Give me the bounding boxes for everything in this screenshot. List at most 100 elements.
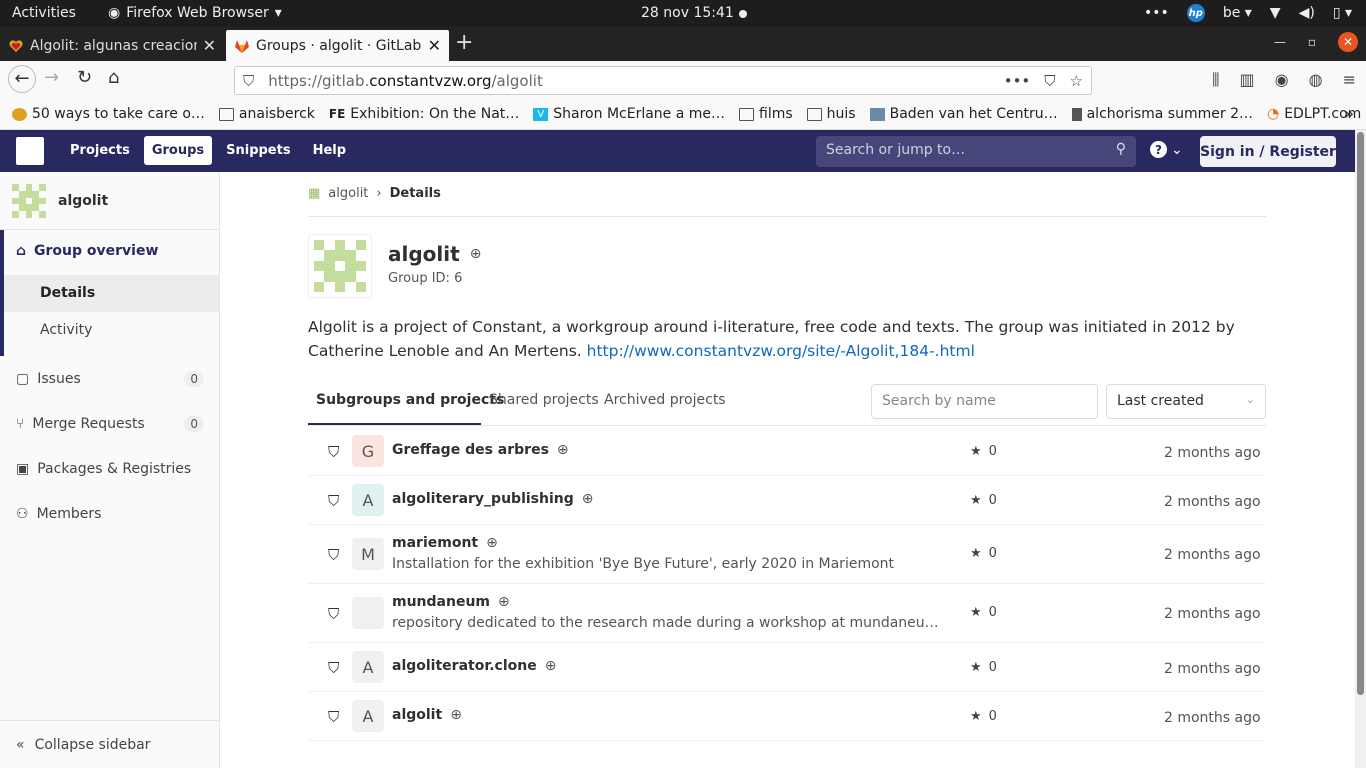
tab-shared-projects[interactable]: Shared projects [489,392,599,408]
new-tab-icon[interactable]: + [455,30,473,55]
search-by-name-input[interactable]: Search by name [871,384,1098,419]
project-name[interactable]: algolit ⊕ [392,707,462,723]
bookmark-folder[interactable]: anaisberck [218,106,315,122]
sidebar-item-issues[interactable]: ▢ Issues 0 [16,371,204,387]
minimize-icon[interactable]: — [1274,35,1286,49]
sidebar-item-details[interactable]: Details [4,275,219,312]
issues-count-badge: 0 [184,371,204,387]
caret-down-icon: ▾ [274,5,282,21]
tab-archived-projects[interactable]: Archived projects [604,392,726,408]
help-dropdown[interactable]: ? ⌄ [1150,141,1183,158]
gitlab-logo[interactable] [16,137,44,165]
close-window-icon[interactable]: ✕ [1338,32,1358,52]
sidebar-item-members[interactable]: ⚇ Members [16,506,204,522]
volume-icon[interactable]: ◀) [1299,5,1315,21]
star-count: ★ 0 [970,493,997,508]
sort-dropdown[interactable]: Last created ⌄ [1106,384,1266,419]
bookmark-folder[interactable]: huis [806,106,856,122]
updated-time: 2 months ago [1164,710,1261,726]
menu-icon[interactable]: ≡ [1343,70,1356,90]
nav-help[interactable]: Help [305,136,354,165]
search-placeholder: Search or jump to… [826,142,966,158]
url-bar[interactable]: ⛉ https://gitlab. constantvzw.org/algolit… [234,66,1092,95]
sidebar-item-activity[interactable]: Activity [4,312,219,349]
project-name[interactable]: Greffage des arbres ⊕ [392,442,569,458]
forward-icon[interactable]: → [44,67,59,88]
tab-algolit[interactable]: Algolit: algunas creacion ✕ [0,30,224,61]
close-tab-icon[interactable]: ✕ [203,36,216,55]
wifi-icon[interactable]: ▼ [1270,5,1281,21]
bookmark-label: huis [826,106,856,122]
project-name[interactable]: algoliterary_publishing ⊕ [392,491,593,507]
bookmark-folder[interactable]: films [739,106,793,122]
activities-button[interactable]: Activities [12,5,76,21]
scrollbar[interactable] [1355,130,1366,768]
collapse-sidebar-button[interactable]: « Collapse sidebar [0,720,219,768]
list-item[interactable]: ⛉ G Greffage des arbres ⊕ ★ 0 2 months ago [308,427,1266,476]
page-actions-icon[interactable]: ••• [1004,72,1031,90]
tab-gitlab[interactable]: Groups · algolit · GitLab ✕ [226,30,449,61]
back-icon[interactable]: ← [8,65,36,93]
close-tab-icon[interactable]: ✕ [428,36,441,55]
bookmark-item[interactable]: 50 ways to take care o… [12,106,205,122]
maximize-icon[interactable]: ▫ [1308,35,1316,49]
heart-favicon-icon [9,39,23,52]
list-item[interactable]: ⛉ mundaneum ⊕ repository dedicated to the… [308,584,1266,643]
signin-button[interactable]: Sign in / Register [1200,136,1336,167]
group-description-link[interactable]: http://www.constantvzw.org/site/-Algolit… [587,342,975,360]
browser-tab-bar: Algolit: algunas creacion ✕ Groups · alg… [0,27,1366,61]
keyboard-layout[interactable]: be ▾ [1223,5,1252,21]
breadcrumb-group-avatar-icon: ▦ [308,186,321,201]
bookmark-item[interactable]: FE Exhibition: On the Nat… [329,106,519,122]
sidebar-item-group-overview[interactable]: ⌂ Group overview [16,243,204,259]
bookmark-label: alchorisma summer 2… [1086,106,1253,122]
nav-groups[interactable]: Groups [143,136,213,165]
more-icon[interactable]: ••• [1144,5,1169,21]
updated-time: 2 months ago [1164,661,1261,677]
bookmark-label: Sharon McErlane a me… [553,106,726,122]
pocket-icon[interactable]: ⛉ [1044,72,1055,90]
extension-icon[interactable]: ◍ [1309,70,1323,90]
keyboard-layout-label: be [1222,5,1241,21]
project-name-text: Greffage des arbres [392,442,549,458]
nav-snippets[interactable]: Snippets [218,136,298,165]
bookmark-star-icon[interactable]: ☆ [1070,72,1083,90]
list-item[interactable]: ⛉ A algoliterator.clone ⊕ ★ 0 2 months ago [308,643,1266,692]
sidebar-toggle-icon[interactable]: ▥ [1240,70,1255,90]
clock[interactable]: 28 nov 15:41 [641,5,734,21]
project-name[interactable]: mariemont ⊕ [392,535,498,551]
bookmark-item[interactable]: V Sharon McErlane a me… [533,106,725,122]
home-icon[interactable]: ⌂ [108,67,119,88]
battery-icon[interactable]: ▯ ▾ [1333,5,1352,21]
shield-icon[interactable]: ⛉ [243,72,254,90]
sidebar-group-header[interactable]: algolit [12,184,108,218]
sidebar-item-merge-requests[interactable]: ⑂ Merge Requests 0 [16,416,204,432]
home-icon: ⌂ [16,243,27,259]
account-icon[interactable]: ◉ [1275,70,1289,90]
breadcrumb-group-link[interactable]: algolit [328,186,368,201]
reload-icon[interactable]: ↻ [77,67,92,88]
globe-icon: ⊕ [581,491,594,507]
project-name[interactable]: algoliterator.clone ⊕ [392,658,556,674]
hp-icon[interactable]: hp [1186,4,1205,22]
bookmark-item[interactable]: alchorisma summer 2… [1071,106,1253,122]
library-icon[interactable]: ⫼ [1212,70,1219,90]
more-bookmarks-icon[interactable]: » [1344,104,1354,123]
star-count-value: 0 [988,493,997,508]
question-icon: ? [1150,141,1167,158]
list-item[interactable]: ⛉ A algolit ⊕ ★ 0 2 months ago [308,692,1266,741]
project-name-text: mundaneum [392,594,491,610]
app-menu[interactable]: ◉ Firefox Web Browser ▾ [108,5,282,21]
list-item[interactable]: ⛉ M mariemont ⊕ Installation for the exhi… [308,525,1266,584]
sidebar-item-packages[interactable]: ▣ Packages & Registries [16,461,204,477]
star-count-value: 0 [988,605,997,620]
tab-subgroups-and-projects[interactable]: Subgroups and projects [316,392,504,408]
list-item[interactable]: ⛉ A algoliterary_publishing ⊕ ★ 0 2 months… [308,476,1266,525]
global-search-input[interactable]: Search or jump to… ⚲ [816,136,1136,167]
project-name[interactable]: mundaneum ⊕ [392,594,510,610]
scrollbar-thumb[interactable] [1357,132,1364,695]
bookmark-item[interactable]: Baden van het Centru… [869,106,1058,122]
globe-icon: ⊕ [450,707,462,723]
group-name: algolit [388,242,460,266]
nav-projects[interactable]: Projects [62,136,138,165]
